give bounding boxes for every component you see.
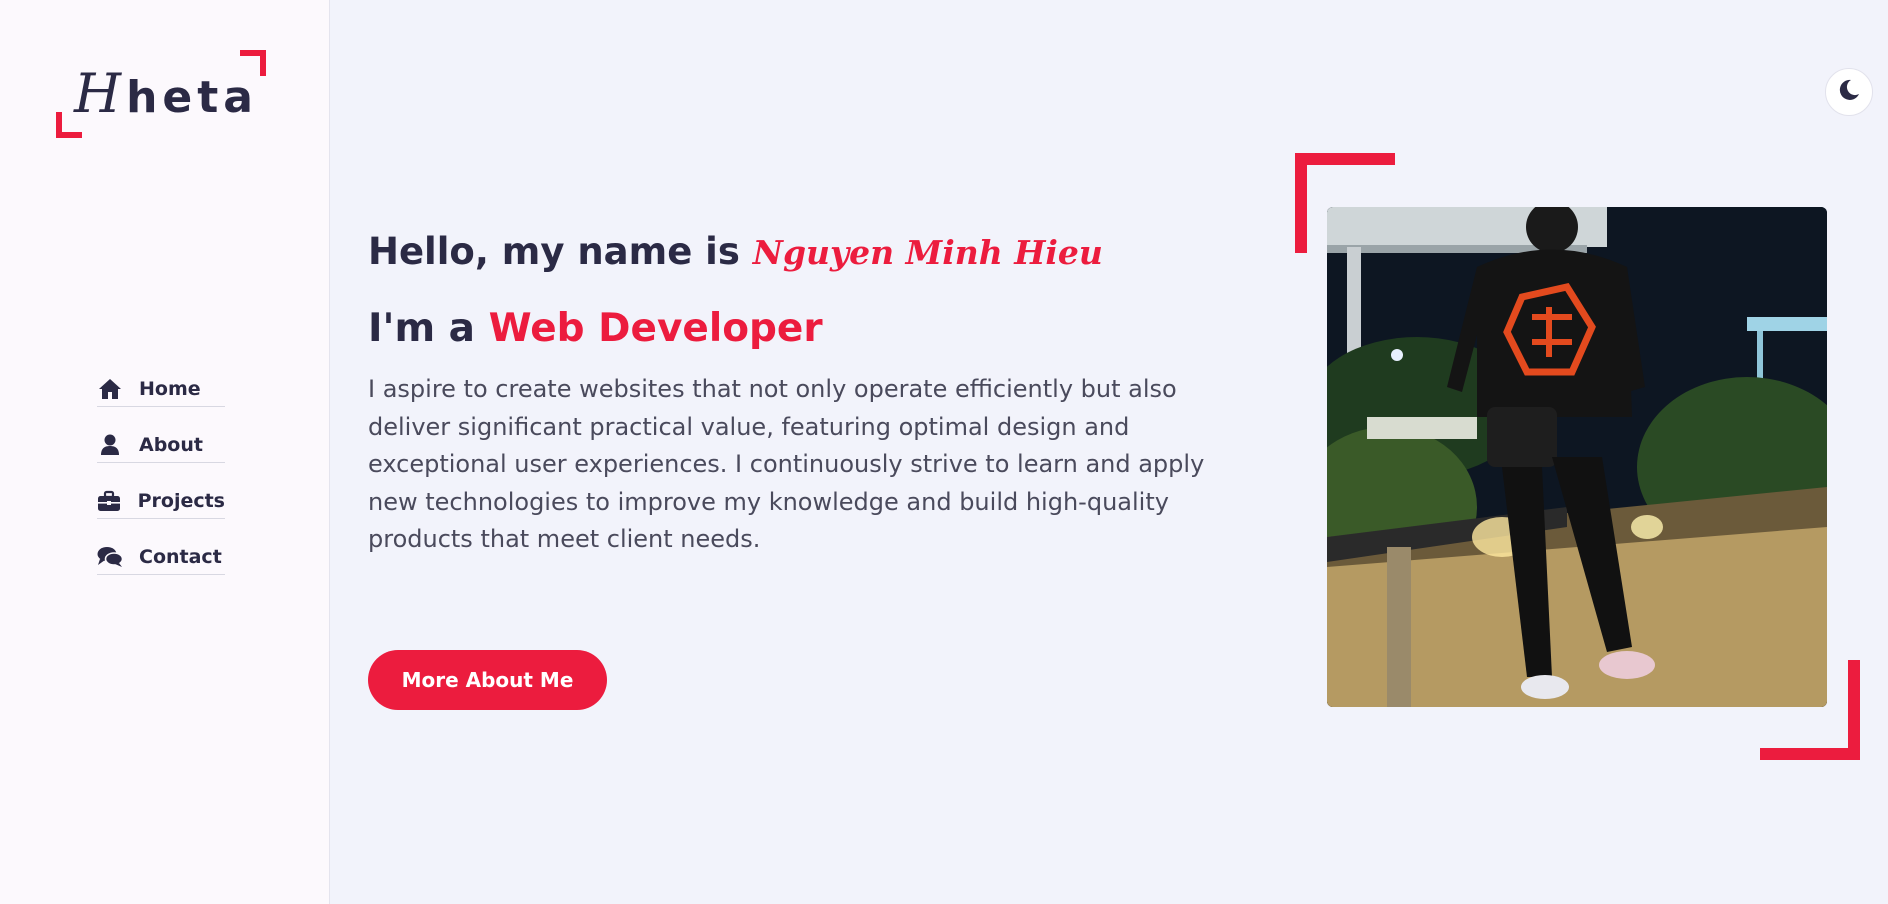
role-heading: I'm a Web Developer <box>368 301 1248 357</box>
author-name: Nguyen Minh Hieu <box>752 233 1103 272</box>
briefcase-icon <box>97 490 122 512</box>
nav-item-contact[interactable]: Contact <box>97 543 225 575</box>
logo-text: Hheta <box>74 62 258 125</box>
bio-paragraph: I aspire to create websites that not onl… <box>368 375 1205 553</box>
logo-initial: H <box>74 62 127 125</box>
sidebar: Hheta Home About Projects Contact <box>0 0 330 904</box>
nav-item-about[interactable]: About <box>97 431 225 463</box>
hero-section: Hello, my name is Nguyen Minh Hieu I'm a… <box>368 224 1248 559</box>
logo[interactable]: Hheta <box>56 48 266 140</box>
theme-toggle-button[interactable] <box>1825 68 1873 116</box>
user-icon <box>97 434 123 456</box>
greeting-prefix: Hello, my name is <box>368 230 740 273</box>
main-nav: Home About Projects Contact <box>97 375 225 599</box>
comments-icon <box>97 546 123 568</box>
nav-item-label: Projects <box>137 489 225 512</box>
nav-item-label: About <box>139 433 203 456</box>
moon-icon <box>1837 78 1861 106</box>
role-prefix: I'm a <box>368 306 475 351</box>
nav-item-projects[interactable]: Projects <box>97 487 225 519</box>
role-title: Web Developer <box>488 306 823 351</box>
nav-item-label: Home <box>139 377 201 400</box>
nav-item-label: Contact <box>139 545 222 568</box>
nav-item-home[interactable]: Home <box>97 375 225 407</box>
more-about-me-button[interactable]: More About Me <box>368 650 607 710</box>
logo-rest: heta <box>126 72 258 123</box>
profile-photo <box>1327 207 1827 707</box>
greeting-heading: Hello, my name is Nguyen Minh Hieu <box>368 224 1248 281</box>
home-icon <box>97 378 123 400</box>
